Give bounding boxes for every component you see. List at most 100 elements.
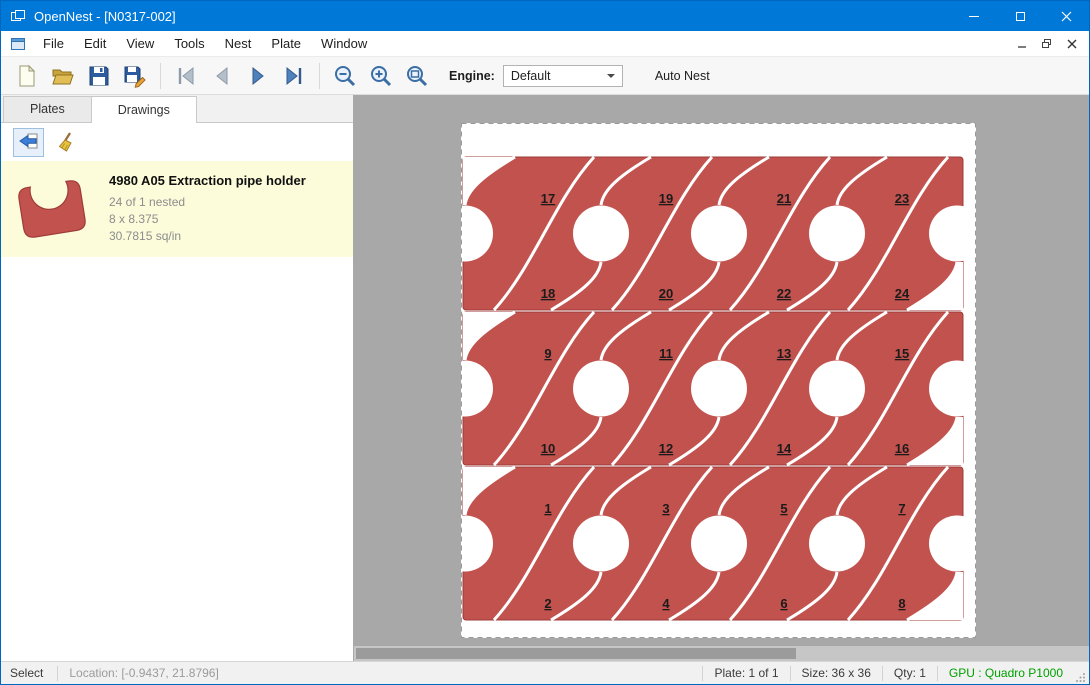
tab-plates[interactable]: Plates [3, 96, 92, 122]
zoom-fit-button[interactable] [399, 60, 435, 92]
drawings-toolbar [1, 123, 353, 161]
mdi-close-button[interactable] [1059, 34, 1084, 54]
save-icon [87, 64, 111, 88]
part-label-19[interactable]: 19 [659, 191, 673, 206]
zoom-fit-icon [405, 64, 429, 88]
part-label-2[interactable]: 2 [544, 596, 551, 611]
save-edit-icon [123, 64, 147, 88]
scrollbar-thumb[interactable] [356, 648, 796, 659]
tab-strip: PlatesDrawings [1, 95, 353, 123]
open-folder-icon [51, 64, 75, 88]
part-label-15[interactable]: 15 [895, 346, 909, 361]
zoom-out-icon [333, 64, 357, 88]
part-label-3[interactable]: 3 [662, 501, 669, 516]
save-as-button[interactable] [117, 60, 153, 92]
main-area: PlatesDrawings [1, 95, 1089, 661]
part-label-14[interactable]: 14 [777, 441, 792, 456]
engine-label: Engine: [449, 69, 495, 83]
part-label-8[interactable]: 8 [898, 596, 905, 611]
pipe-notch-hole [573, 206, 629, 262]
part-label-24[interactable]: 24 [895, 286, 910, 301]
mdi-minimize-button[interactable] [1009, 34, 1034, 54]
menu-item-view[interactable]: View [116, 32, 164, 55]
drawing-list-item[interactable]: 4980 A05 Extraction pipe holder 24 of 1 … [1, 161, 353, 257]
part-label-18[interactable]: 18 [541, 286, 555, 301]
menu-item-tools[interactable]: Tools [164, 32, 214, 55]
part-label-16[interactable]: 16 [895, 441, 909, 456]
part-label-5[interactable]: 5 [780, 501, 787, 516]
previous-plate-button[interactable] [204, 60, 240, 92]
part-label-10[interactable]: 10 [541, 441, 555, 456]
nest-row-0[interactable]: 17 19 21 23 18 20 22 24 [461, 157, 976, 310]
minimize-button[interactable] [951, 1, 997, 31]
status-plate: Plate: 1 of 1 [703, 666, 789, 680]
part-label-23[interactable]: 23 [895, 191, 909, 206]
nest-row-2[interactable]: 1 3 5 7 2 4 6 8 [461, 467, 976, 620]
menu-item-file[interactable]: File [33, 32, 74, 55]
nest-row-1[interactable]: 9 11 13 15 10 12 14 16 [461, 312, 976, 465]
pipe-notch-hole [573, 516, 629, 572]
menu-items: FileEditViewToolsNestPlateWindow [33, 32, 377, 55]
status-location: Location: [-0.9437, 21.8796] [58, 666, 229, 680]
engine-select[interactable]: Default [503, 65, 623, 87]
clean-brush-icon [56, 131, 78, 153]
canvas[interactable]: 171921231820222491113151012141613572468 [354, 95, 1089, 661]
first-plate-button[interactable] [168, 60, 204, 92]
mdi-restore-icon [1041, 38, 1052, 49]
horizontal-scrollbar[interactable] [354, 646, 1089, 661]
part-label-9[interactable]: 9 [544, 346, 551, 361]
auto-nest-button[interactable]: Auto Nest [647, 64, 718, 88]
mdi-restore-button[interactable] [1034, 34, 1059, 54]
app-icon[interactable] [10, 8, 26, 24]
resize-grip[interactable] [1076, 672, 1086, 682]
go-last-icon [282, 64, 306, 88]
zoom-in-icon [369, 64, 393, 88]
part-label-13[interactable]: 13 [777, 346, 791, 361]
close-button[interactable] [1043, 1, 1089, 31]
status-right-cells: Plate: 1 of 1 Size: 36 x 36 Qty: 1 GPU :… [702, 662, 1089, 684]
part-label-1[interactable]: 1 [544, 501, 551, 516]
part-label-4[interactable]: 4 [662, 596, 670, 611]
zoom-in-button[interactable] [363, 60, 399, 92]
open-button[interactable] [45, 60, 81, 92]
part-label-20[interactable]: 20 [659, 286, 673, 301]
tab-drawings[interactable]: Drawings [91, 96, 197, 123]
title-bar[interactable]: OpenNest - [N0317-002] [1, 1, 1089, 31]
last-plate-button[interactable] [276, 60, 312, 92]
menu-item-plate[interactable]: Plate [261, 32, 311, 55]
part-label-21[interactable]: 21 [777, 191, 791, 206]
document-window-icon[interactable] [10, 36, 26, 52]
nest-svg: 171921231820222491113151012141613572468 [461, 123, 976, 638]
status-mode: Select [1, 666, 57, 680]
pipe-notch-hole [691, 206, 747, 262]
drawing-nested-count: 24 of 1 nested [109, 194, 306, 211]
drawing-thumbnail [13, 168, 93, 248]
save-button[interactable] [81, 60, 117, 92]
new-document-icon [15, 64, 39, 88]
mdi-close-icon [1067, 39, 1077, 49]
side-panel: PlatesDrawings [1, 95, 354, 661]
return-drawing-button[interactable] [13, 128, 44, 157]
part-label-11[interactable]: 11 [659, 346, 673, 361]
part-label-22[interactable]: 22 [777, 286, 791, 301]
part-label-17[interactable]: 17 [541, 191, 555, 206]
maximize-button[interactable] [997, 1, 1043, 31]
part-label-7[interactable]: 7 [898, 501, 905, 516]
pipe-notch-hole [809, 361, 865, 417]
part-label-12[interactable]: 12 [659, 441, 673, 456]
menu-item-nest[interactable]: Nest [215, 32, 262, 55]
menu-item-window[interactable]: Window [311, 32, 377, 55]
pipe-notch-hole [691, 361, 747, 417]
titlebar-drag-area[interactable] [176, 1, 951, 31]
part-label-6[interactable]: 6 [780, 596, 787, 611]
pipe-notch-hole [809, 516, 865, 572]
plate[interactable]: 171921231820222491113151012141613572468 [461, 123, 976, 638]
clean-button[interactable] [51, 128, 82, 157]
next-plate-button[interactable] [240, 60, 276, 92]
zoom-out-button[interactable] [327, 60, 363, 92]
new-button[interactable] [9, 60, 45, 92]
menu-item-edit[interactable]: Edit [74, 32, 116, 55]
status-size: Size: 36 x 36 [791, 666, 882, 680]
engine-value: Default [511, 69, 551, 83]
go-first-icon [174, 64, 198, 88]
